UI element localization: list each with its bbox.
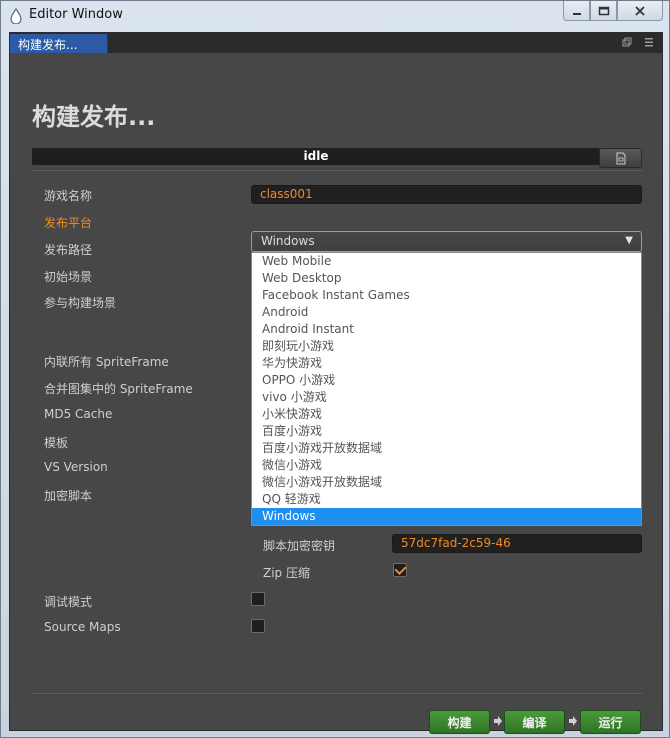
platform-option[interactable]: 即刻玩小游戏 [252, 338, 641, 355]
tab-build[interactable]: 构建发布... [10, 34, 108, 53]
merge-spriteframe-label: 合并图集中的 SpriteFrame [44, 382, 193, 396]
platform-option[interactable]: 百度小游戏 [252, 423, 641, 440]
run-button[interactable]: 运行 [580, 710, 641, 734]
template-label: 模板 [44, 436, 69, 450]
platform-option[interactable]: QQ 轻游戏 [252, 491, 641, 508]
inline-spriteframe-label: 内联所有 SpriteFrame [44, 355, 169, 369]
vs-version-label: VS Version [44, 460, 108, 474]
footer-divider [32, 693, 642, 694]
platform-label: 发布平台 [44, 216, 93, 230]
build-button[interactable]: 构建 [429, 710, 490, 734]
platform-option[interactable]: Web Mobile [252, 253, 641, 270]
platform-option[interactable]: 华为快游戏 [252, 355, 641, 372]
compile-button[interactable]: 编译 [504, 710, 565, 734]
platform-option[interactable]: 小米快游戏 [252, 406, 641, 423]
arrow-right-icon [568, 715, 578, 729]
arrow-right-icon [493, 715, 503, 729]
platform-option[interactable]: Android [252, 304, 641, 321]
scenes-label: 参与构建场景 [44, 296, 117, 310]
app-drop-icon [10, 8, 22, 24]
debug-mode-checkbox[interactable] [251, 592, 265, 606]
game-name-input[interactable]: class001 [251, 185, 642, 204]
popout-icon[interactable] [622, 37, 632, 51]
progress-status: idle [303, 149, 329, 163]
platform-select[interactable]: Windows ▼ [251, 231, 642, 252]
divider [32, 170, 642, 171]
platform-dropdown: Web Mobile Web Desktop Facebook Instant Ga… [251, 252, 642, 526]
md5-cache-label: MD5 Cache [44, 407, 113, 421]
window-title: Editor Window [29, 7, 123, 22]
open-log-button[interactable] [599, 148, 642, 168]
zip-checkbox[interactable] [393, 563, 407, 577]
build-progress-bar: idle [32, 148, 600, 165]
build-path-label: 发布路径 [44, 243, 93, 257]
close-button[interactable] [617, 1, 663, 21]
minimize-button[interactable] [563, 1, 590, 21]
encrypt-key-input[interactable]: 57dc7fad-2c59-46 [392, 534, 642, 553]
source-maps-checkbox[interactable] [251, 619, 265, 633]
platform-option[interactable]: OPPO 小游戏 [252, 372, 641, 389]
start-scene-label: 初始场景 [44, 270, 93, 284]
client-area: 构建发布... 构建发布... idle 游戏名称 发布平台 发布路径 初始场景… [9, 32, 663, 734]
platform-option[interactable]: vivo 小游戏 [252, 389, 641, 406]
menu-icon[interactable] [644, 37, 654, 51]
encrypt-script-label: 加密脚本 [44, 489, 93, 503]
platform-option[interactable]: Windows [252, 508, 641, 525]
platform-option[interactable]: Web Desktop [252, 270, 641, 287]
page-title: 构建发布... [32, 103, 156, 131]
title-bar[interactable]: Editor Window [1, 1, 669, 31]
platform-option[interactable]: 微信小游戏 [252, 457, 641, 474]
platform-option[interactable]: Android Instant [252, 321, 641, 338]
tab-bar: 构建发布... [10, 33, 662, 53]
platform-option[interactable]: 百度小游戏开放数据域 [252, 440, 641, 457]
maximize-button[interactable] [590, 1, 617, 21]
platform-option[interactable]: Facebook Instant Games [252, 287, 641, 304]
encrypt-key-label: 脚本加密密钥 [263, 539, 336, 553]
zip-label: Zip 压缩 [263, 566, 310, 580]
editor-window: Editor Window 构建发布... 构建发布... idle 游戏名称 … [0, 0, 670, 738]
platform-option[interactable]: 微信小游戏开放数据域 [252, 474, 641, 491]
maximize-icon [598, 6, 609, 15]
platform-select-value: Windows [261, 234, 315, 248]
source-maps-label: Source Maps [44, 620, 121, 634]
minimize-icon [572, 12, 581, 15]
dropdown-arrow-icon: ▼ [625, 235, 633, 246]
game-name-label: 游戏名称 [44, 189, 93, 203]
debug-mode-label: 调试模式 [44, 595, 93, 609]
close-icon [635, 5, 645, 16]
document-icon [616, 152, 625, 164]
build-panel: 构建发布... idle 游戏名称 发布平台 发布路径 初始场景 参与构建场景 … [10, 53, 662, 734]
